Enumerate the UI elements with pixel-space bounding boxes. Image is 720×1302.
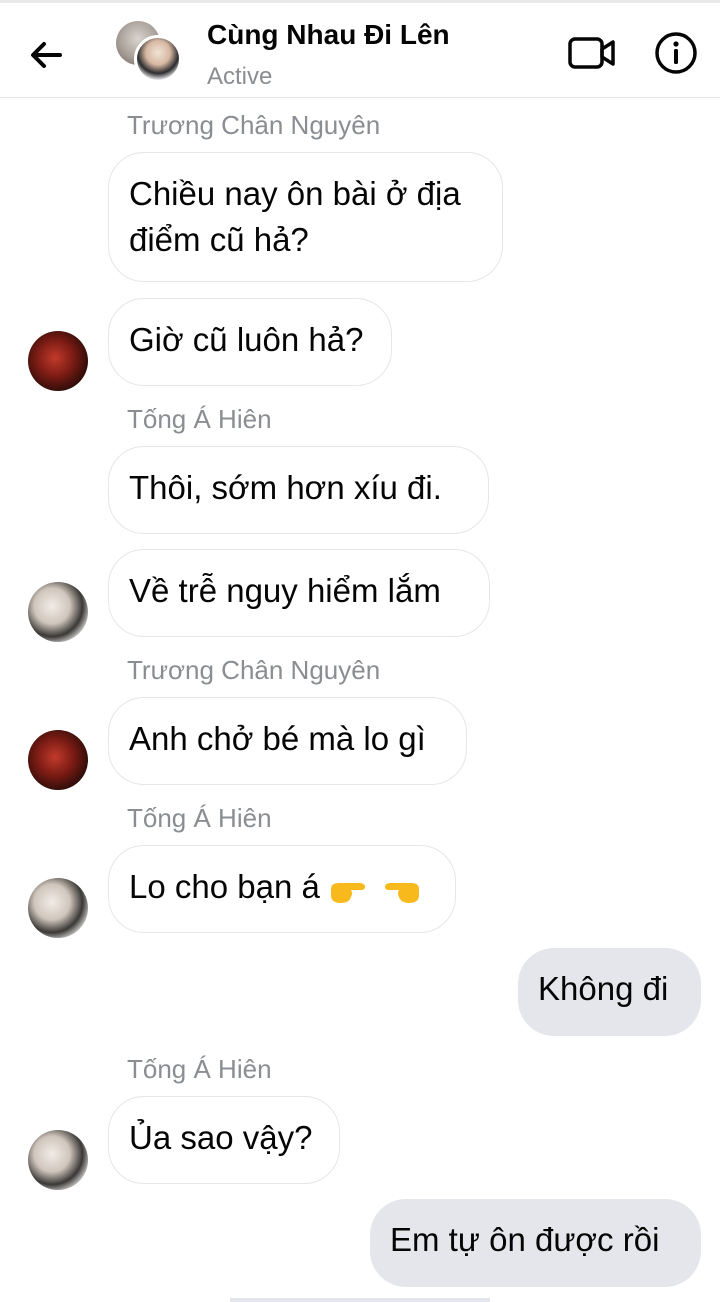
video-camera-icon xyxy=(568,37,615,69)
info-icon xyxy=(655,32,697,74)
avatar xyxy=(134,35,182,83)
info-button[interactable] xyxy=(652,29,700,77)
back-button[interactable] xyxy=(22,31,70,79)
message-bubble[interactable]: Giờ cũ luôn hả? xyxy=(108,298,392,386)
message-bubble[interactable]: Chiều nay ôn bài ở địa điểm cũ hả? xyxy=(108,152,503,282)
message-bubble[interactable]: Anh chở bé mà lo gì xyxy=(108,697,467,785)
message-bubble[interactable]: Lo cho bạn á xyxy=(108,845,456,933)
arrow-left-icon xyxy=(31,42,62,68)
avatar[interactable] xyxy=(28,582,88,642)
message-bubble[interactable]: Về trễ nguy hiểm lắm xyxy=(108,549,490,637)
message-bubble-outgoing[interactable]: Em tự ôn được rồi xyxy=(370,1199,701,1287)
sender-name: Tống Á Hiên xyxy=(127,803,272,833)
message-bubble[interactable]: Ủa sao vậy? xyxy=(108,1096,340,1184)
sender-name: Tống Á Hiên xyxy=(127,404,272,434)
group-avatar[interactable] xyxy=(112,21,182,85)
chat-title[interactable]: Cùng Nhau Đi Lên xyxy=(207,19,450,51)
avatar[interactable] xyxy=(28,331,88,391)
message-text: Lo cho bạn á xyxy=(129,868,329,905)
active-status: Active xyxy=(207,63,273,90)
sender-name: Trương Chân Nguyên xyxy=(127,655,381,685)
pointing-hands-emoji xyxy=(329,873,419,905)
message-bubble-outgoing[interactable]: Không đi xyxy=(518,948,701,1036)
avatar[interactable] xyxy=(28,1130,88,1190)
video-call-button[interactable] xyxy=(566,31,618,75)
avatar[interactable] xyxy=(28,878,88,938)
message-bubble[interactable]: Thôi, sớm hơn xíu đi. xyxy=(108,446,489,534)
sender-name: Trương Chân Nguyên xyxy=(127,110,381,140)
divider xyxy=(230,1298,490,1302)
sender-name: Tống Á Hiên xyxy=(127,1054,272,1084)
avatar[interactable] xyxy=(28,730,88,790)
chat-header: Cùng Nhau Đi Lên Active xyxy=(0,0,720,98)
